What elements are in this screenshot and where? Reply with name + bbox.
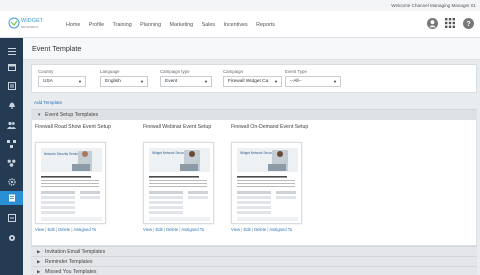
svg-text:?: ? xyxy=(466,21,470,28)
country-select[interactable]: USA ▼ xyxy=(38,75,86,87)
section-label: Invitation Email Templates xyxy=(45,249,106,255)
template-thumbnail[interactable]: Widget Network Security Webinar xyxy=(143,142,214,224)
template-card: Firewall Road Show Event Setup Network S… xyxy=(35,124,121,232)
template-title: Firewall On-Demand Event Setup xyxy=(231,124,309,130)
edit-link[interactable]: Edit xyxy=(243,227,250,232)
menu-icon[interactable] xyxy=(0,44,23,58)
section-label: Reminder Templates xyxy=(45,259,93,265)
template-actions: View | Edit | Delete | Assigned To xyxy=(231,227,293,232)
thumb-heading: Network Security Seminar xyxy=(44,152,82,156)
user-icon[interactable] xyxy=(426,17,438,29)
view-link[interactable]: View xyxy=(231,227,240,232)
template-title: Firewall Road Show Event Setup xyxy=(35,124,111,130)
delete-link[interactable]: Delete xyxy=(58,227,70,232)
view-link[interactable]: View xyxy=(35,227,44,232)
chevron-down-icon: ▼ xyxy=(78,78,82,84)
tools-icon[interactable] xyxy=(0,231,23,245)
logo-subtext: NETWORKS xyxy=(21,25,39,29)
add-template-link[interactable]: Add Template xyxy=(34,100,62,105)
country-filter: Country USA ▼ xyxy=(38,69,86,87)
delete-link[interactable]: Delete xyxy=(166,227,178,232)
calendar-icon[interactable] xyxy=(0,60,23,74)
template-thumbnail[interactable]: Network Security Seminar xyxy=(35,142,106,224)
network-icon[interactable] xyxy=(0,137,23,151)
section-label: Missed You Templates xyxy=(45,269,97,275)
logo-text: WIDGET xyxy=(21,18,44,24)
chevron-right-icon: ▶ xyxy=(37,259,41,264)
campaign-type-filter: Campaign type Event ▼ xyxy=(160,69,212,87)
logo[interactable]: WIDGET NETWORKS xyxy=(8,16,48,33)
campaign-select[interactable]: Firewall Widget Ca ▼ xyxy=(223,75,282,87)
language-filter: Language English ▼ xyxy=(100,69,148,87)
main-menu: Home Profile Training Planning Marketing… xyxy=(66,11,283,38)
settings-icon[interactable] xyxy=(0,156,23,170)
folder-icon[interactable] xyxy=(0,79,23,93)
template-title: Firewall Webinar Event Setup xyxy=(143,124,212,130)
nav-reports[interactable]: Reports xyxy=(256,22,275,28)
template-preview-image: Widget Network Security Webinar xyxy=(237,148,298,221)
language-select[interactable]: English ▼ xyxy=(100,75,148,87)
template-preview-image: Widget Network Security Webinar xyxy=(149,148,210,221)
template-card: Firewall On-Demand Event Setup Widget Ne… xyxy=(231,124,317,232)
edit-link[interactable]: Edit xyxy=(155,227,162,232)
help-icon[interactable]: ? xyxy=(462,17,474,29)
assigned-to-link[interactable]: Assigned To xyxy=(73,227,96,232)
nav-home[interactable]: Home xyxy=(66,22,80,28)
template-icon[interactable] xyxy=(0,191,23,205)
chevron-down-icon: ▼ xyxy=(274,78,278,84)
main-content: Event Template Country USA ▼ Language Eng… xyxy=(23,38,480,275)
top-navigation: WIDGET NETWORKS Home Profile Training Pl… xyxy=(0,11,480,38)
sidebar xyxy=(0,38,23,275)
filter-panel: Country USA ▼ Language English ▼ Campaign … xyxy=(31,64,477,93)
template-actions: View | Edit | Delete | Assigned To xyxy=(143,227,205,232)
template-card: Firewall Webinar Event Setup Widget Netw… xyxy=(143,124,229,232)
nav-profile[interactable]: Profile xyxy=(89,22,104,28)
edit-link[interactable]: Edit xyxy=(47,227,54,232)
campaign-filter: Campaign Firewall Widget Ca ▼ xyxy=(223,69,282,87)
assigned-to-link[interactable]: Assigned To xyxy=(181,227,204,232)
event-type-filter: Event Type --All-- ▼ xyxy=(285,69,341,87)
chevron-down-icon: ▼ xyxy=(140,78,144,84)
page-title: Event Template xyxy=(32,44,82,53)
header-icons: ? xyxy=(420,17,474,29)
filter-label: Campaign type xyxy=(160,69,190,74)
nav-planning[interactable]: Planning xyxy=(140,22,161,28)
nav-marketing[interactable]: Marketing xyxy=(170,22,194,28)
template-thumbnail[interactable]: Widget Network Security Webinar xyxy=(231,142,302,224)
campaign-type-select[interactable]: Event ▼ xyxy=(160,75,212,87)
welcome-text: Welcome Channel Managing Manager 01 xyxy=(0,0,480,11)
event-setup-section-header[interactable]: ▼ Event Setup Templates xyxy=(31,109,477,119)
assigned-to-link[interactable]: Assigned To xyxy=(269,227,292,232)
filter-label: Language xyxy=(100,69,120,74)
template-actions: View | Edit | Delete | Assigned To xyxy=(35,227,97,232)
chevron-down-icon: ▼ xyxy=(37,112,42,117)
reminder-section-header[interactable]: ▶ Reminder Templates xyxy=(31,256,477,266)
logo-icon xyxy=(8,17,20,29)
bell-icon[interactable] xyxy=(0,98,23,112)
title-bar: Event Template xyxy=(23,38,480,60)
gear-icon[interactable] xyxy=(0,175,23,189)
filter-label: Event Type xyxy=(285,69,307,74)
delete-link[interactable]: Delete xyxy=(254,227,266,232)
event-type-select[interactable]: --All-- ▼ xyxy=(285,75,341,87)
missed-you-section-header[interactable]: ▶ Missed You Templates xyxy=(31,266,477,275)
nav-training[interactable]: Training xyxy=(112,22,131,28)
chevron-right-icon: ▶ xyxy=(37,249,41,254)
file-icon[interactable] xyxy=(0,211,23,225)
filter-label: Campaign xyxy=(223,69,244,74)
event-setup-templates: Firewall Road Show Event Setup Network S… xyxy=(31,119,477,246)
invitation-section-header[interactable]: ▶ Invitation Email Templates xyxy=(31,246,477,256)
view-link[interactable]: View xyxy=(143,227,152,232)
nav-incentives[interactable]: Incentives xyxy=(223,22,247,28)
chevron-right-icon: ▶ xyxy=(37,269,41,274)
users-icon[interactable] xyxy=(0,118,23,132)
chevron-down-icon: ▼ xyxy=(333,78,337,84)
template-preview-image: Network Security Seminar xyxy=(41,148,102,221)
nav-sales[interactable]: Sales xyxy=(202,22,216,28)
grid-icon[interactable] xyxy=(444,17,456,29)
chevron-down-icon: ▼ xyxy=(204,78,208,84)
filter-label: Country xyxy=(38,69,54,74)
section-label: Event Setup Templates xyxy=(45,112,99,118)
